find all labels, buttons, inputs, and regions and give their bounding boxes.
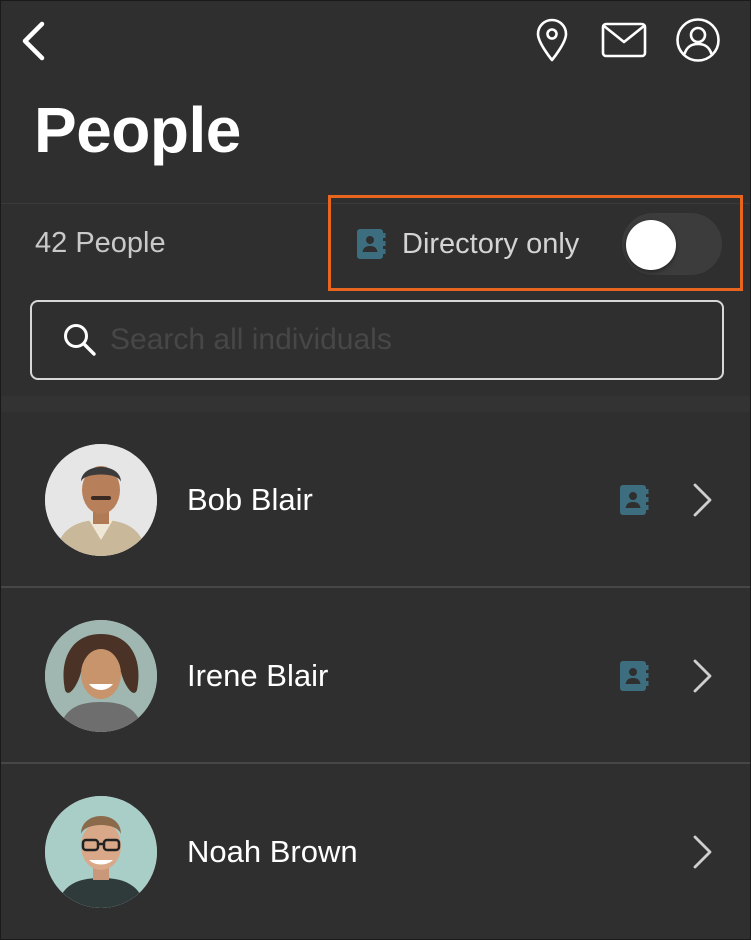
directory-book-icon	[354, 226, 388, 262]
people-screen: People 42 People Directory only Search a…	[0, 0, 751, 940]
directory-book-icon	[617, 482, 651, 518]
back-button[interactable]	[13, 17, 53, 65]
directory-book-icon	[617, 658, 651, 694]
back-chevron-icon	[22, 21, 45, 61]
location-pin-icon	[536, 18, 568, 62]
search-icon	[60, 320, 100, 360]
chevron-right-icon	[687, 656, 717, 696]
directory-filter: Directory only	[354, 213, 724, 275]
directory-only-label: Directory only	[402, 227, 580, 260]
list-top-spacer	[1, 396, 750, 412]
location-button[interactable]	[529, 17, 575, 63]
avatar	[45, 444, 157, 556]
toggle-knob	[626, 220, 676, 270]
directory-only-toggle[interactable]	[622, 213, 722, 275]
chevron-right-icon	[687, 480, 717, 520]
account-icon	[676, 18, 720, 62]
account-button[interactable]	[673, 15, 723, 65]
people-count: 42 People	[35, 227, 166, 259]
person-name: Noah Brown	[187, 834, 358, 869]
avatar	[45, 620, 157, 732]
mail-icon	[601, 22, 647, 58]
avatar	[45, 796, 157, 908]
chevron-right-icon	[687, 832, 717, 872]
search-field[interactable]	[30, 300, 724, 380]
person-name: Irene Blair	[187, 658, 329, 693]
page-title: People	[34, 94, 241, 166]
search-input[interactable]	[110, 310, 722, 370]
person-name: Bob Blair	[187, 482, 313, 517]
person-row-irene-blair[interactable]: Irene Blair	[1, 588, 750, 764]
person-row-bob-blair[interactable]: Bob Blair	[1, 412, 750, 588]
person-row-noah-brown[interactable]: Noah Brown	[1, 764, 750, 939]
mail-button[interactable]	[599, 17, 649, 63]
top-navigation-bar	[1, 1, 750, 86]
